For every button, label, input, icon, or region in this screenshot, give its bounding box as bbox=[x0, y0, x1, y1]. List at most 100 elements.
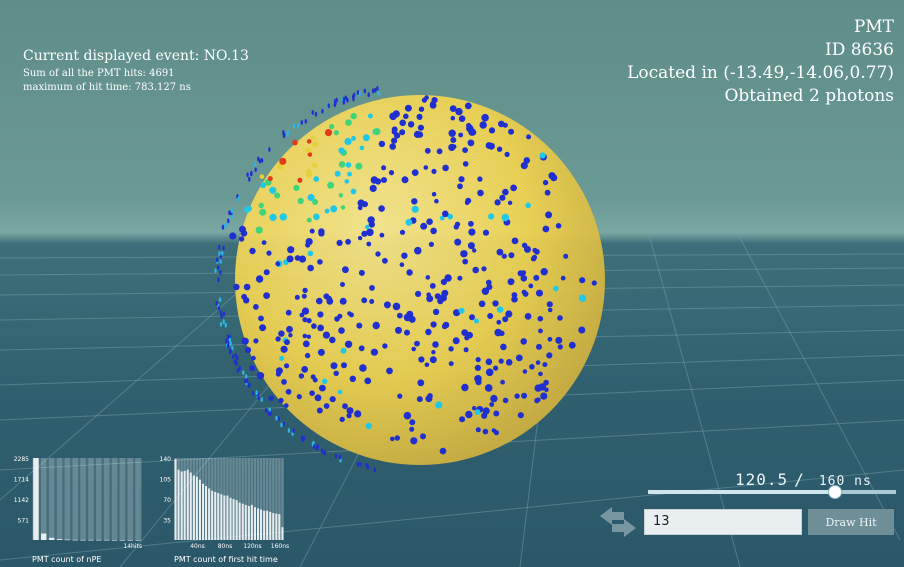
pmt-hit-dot[interactable] bbox=[316, 407, 323, 414]
pmt-hit-dot[interactable] bbox=[260, 397, 263, 402]
pmt-hit-dot[interactable] bbox=[361, 230, 368, 237]
pmt-hit-dot[interactable] bbox=[347, 311, 352, 316]
pmt-hit-dot[interactable] bbox=[502, 188, 509, 196]
pmt-hit-dot[interactable] bbox=[219, 321, 223, 327]
pmt-hit-dot[interactable] bbox=[339, 297, 347, 305]
pmt-hit-dot[interactable] bbox=[221, 250, 224, 256]
pmt-hit-dot[interactable] bbox=[399, 229, 406, 235]
pmt-hit-dot[interactable] bbox=[279, 157, 287, 165]
event-number-input[interactable]: 13 bbox=[644, 509, 802, 535]
pmt-hit-dot[interactable] bbox=[406, 269, 413, 276]
pmt-hit-dot[interactable] bbox=[369, 299, 375, 304]
pmt-hit-dot[interactable] bbox=[313, 176, 320, 182]
pmt-hit-dot[interactable] bbox=[238, 236, 245, 242]
pmt-hit-dot[interactable] bbox=[534, 397, 540, 404]
pmt-hit-dot[interactable] bbox=[498, 120, 505, 128]
pmt-hit-dot[interactable] bbox=[474, 375, 482, 383]
pmt-hit-dot[interactable] bbox=[305, 147, 311, 154]
pmt-hit-dot[interactable] bbox=[416, 396, 423, 403]
pmt-hit-dot[interactable] bbox=[399, 129, 406, 136]
pmt-hit-dot[interactable] bbox=[317, 324, 324, 332]
pmt-hit-dot[interactable] bbox=[255, 226, 263, 234]
pmt-hit-dot[interactable] bbox=[261, 240, 267, 246]
pmt-hit-dot[interactable] bbox=[536, 343, 542, 350]
pmt-hit-dot[interactable] bbox=[293, 184, 300, 191]
pmt-hit-dot[interactable] bbox=[306, 139, 312, 144]
pmt-hit-dot[interactable] bbox=[327, 181, 335, 189]
pmt-hit-dot[interactable] bbox=[314, 111, 318, 117]
pmt-hit-dot[interactable] bbox=[284, 363, 290, 369]
pmt-hit-dot[interactable] bbox=[257, 395, 260, 401]
pmt-hit-dot[interactable] bbox=[459, 416, 466, 423]
pmt-hit-dot[interactable] bbox=[455, 107, 463, 116]
pmt-hit-dot[interactable] bbox=[317, 311, 324, 318]
pmt-hit-dot[interactable] bbox=[499, 194, 506, 201]
pmt-hit-dot[interactable] bbox=[414, 246, 422, 255]
pmt-hit-dot[interactable] bbox=[458, 115, 466, 122]
pmt-hit-dot[interactable] bbox=[436, 148, 443, 155]
pmt-hit-dot[interactable] bbox=[431, 191, 437, 197]
pmt-hit-dot[interactable] bbox=[244, 206, 251, 213]
pmt-hit-dot[interactable] bbox=[355, 162, 363, 170]
pmt-hit-dot[interactable] bbox=[241, 337, 249, 345]
pmt-hit-dot[interactable] bbox=[338, 327, 345, 334]
pmt-hit-dot[interactable] bbox=[354, 410, 362, 418]
pmt-hit-dot[interactable] bbox=[464, 200, 470, 206]
pmt-hit-dot[interactable] bbox=[299, 312, 305, 318]
pmt-hit-dot[interactable] bbox=[460, 250, 468, 258]
pmt-hit-dot[interactable] bbox=[313, 444, 316, 449]
pmt-hit-dot[interactable] bbox=[304, 352, 311, 359]
pmt-hit-dot[interactable] bbox=[359, 364, 365, 370]
pmt-hit-dot[interactable] bbox=[411, 198, 418, 205]
pmt-hit-dot[interactable] bbox=[525, 202, 531, 209]
pmt-hit-dot[interactable] bbox=[369, 184, 377, 192]
pmt-hit-dot[interactable] bbox=[300, 435, 304, 440]
pmt-hit-dot[interactable] bbox=[475, 427, 481, 433]
pmt-hit-dot[interactable] bbox=[296, 123, 300, 128]
pmt-hit-dot[interactable] bbox=[329, 123, 335, 130]
pmt-hit-dot[interactable] bbox=[520, 275, 528, 282]
pmt-hit-dot[interactable] bbox=[442, 164, 449, 172]
pmt-hit-dot[interactable] bbox=[418, 106, 425, 112]
pmt-hit-dot[interactable] bbox=[432, 308, 440, 316]
pmt-hit-dot[interactable] bbox=[267, 410, 270, 416]
pmt-hit-dot[interactable] bbox=[458, 176, 465, 183]
pmt-hit-dot[interactable] bbox=[313, 213, 320, 221]
pmt-hit-dot[interactable] bbox=[404, 104, 412, 112]
pmt-hit-dot[interactable] bbox=[502, 316, 509, 323]
pmt-hit-dot[interactable] bbox=[333, 130, 339, 136]
pmt-hit-dot[interactable] bbox=[488, 213, 495, 220]
pmt-hit-dot[interactable] bbox=[259, 208, 267, 216]
pmt-hit-dot[interactable] bbox=[367, 216, 375, 224]
pmt-hit-dot[interactable] bbox=[462, 258, 469, 265]
pmt-hit-dot[interactable] bbox=[222, 319, 225, 324]
pmt-hit-dot[interactable] bbox=[414, 340, 420, 347]
pmt-hit-dot[interactable] bbox=[448, 129, 456, 137]
pmt-hit-dot[interactable] bbox=[522, 291, 529, 297]
pmt-hit-dot[interactable] bbox=[263, 292, 270, 299]
pmt-hit-dot[interactable] bbox=[311, 135, 316, 140]
pmt-hit-dot[interactable] bbox=[496, 306, 504, 313]
pmt-hit-dot[interactable] bbox=[278, 330, 285, 337]
pmt-hit-dot[interactable] bbox=[386, 367, 393, 375]
pmt-hit-dot[interactable] bbox=[326, 297, 334, 305]
pmt-hit-dot[interactable] bbox=[229, 232, 237, 240]
pmt-hit-dot[interactable] bbox=[430, 101, 436, 107]
pmt-hit-dot[interactable] bbox=[267, 176, 273, 182]
pmt-hit-dot[interactable] bbox=[381, 177, 387, 183]
pmt-hit-dot[interactable] bbox=[555, 336, 563, 344]
pmt-hit-dot[interactable] bbox=[266, 250, 272, 256]
pmt-hit-dot[interactable] bbox=[369, 285, 375, 291]
pmt-hit-dot[interactable] bbox=[523, 157, 531, 164]
pmt-hit-dot[interactable] bbox=[485, 358, 493, 366]
pmt-hit-dot[interactable] bbox=[553, 285, 559, 292]
pmt-hit-dot[interactable] bbox=[429, 356, 437, 364]
pmt-hit-dot[interactable] bbox=[505, 359, 513, 366]
pmt-hit-dot[interactable] bbox=[248, 176, 251, 182]
pmt-hit-dot[interactable] bbox=[396, 312, 403, 319]
pmt-hit-dot[interactable] bbox=[338, 161, 346, 168]
pmt-hit-dot[interactable] bbox=[340, 205, 346, 210]
pmt-hit-dot[interactable] bbox=[392, 302, 401, 311]
pmt-hit-dot[interactable] bbox=[370, 176, 378, 184]
pmt-hit-dot[interactable] bbox=[496, 248, 504, 256]
